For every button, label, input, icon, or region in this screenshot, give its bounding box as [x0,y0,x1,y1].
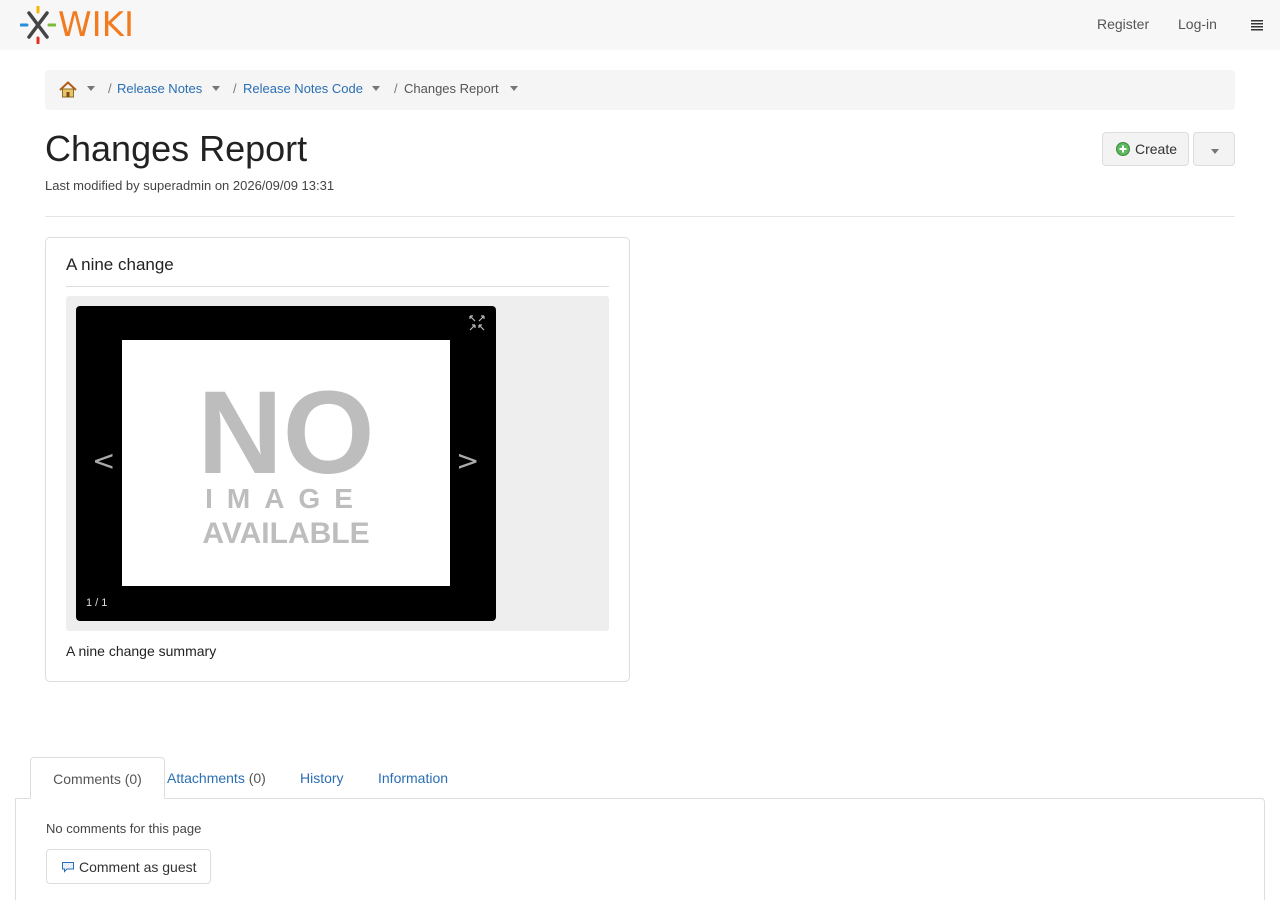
hamburger-menu-icon[interactable] [1251,19,1263,31]
tab-information-label: Information [378,770,449,786]
fullscreen-icon[interactable] [468,314,486,332]
xwiki-logo-icon [20,6,56,44]
home-icon[interactable] [59,81,77,98]
breadcrumb-current: Changes Report [404,81,499,96]
register-link[interactable]: Register [1097,16,1149,32]
change-card: A nine change NO IMAGE AVAILABLE < > 1 /… [45,237,630,682]
tab-attachments[interactable]: Attachments (0) [167,757,266,799]
tab-comments-label: Comments [53,771,121,787]
placeholder-no-text: NO [198,367,375,499]
image-gallery: NO IMAGE AVAILABLE < > 1 / 1 [76,306,496,621]
login-link[interactable]: Log-in [1178,16,1217,32]
divider [45,216,1235,217]
tab-comments-count: (0) [124,771,142,787]
no-comments-text: No comments for this page [46,821,202,836]
breadcrumb-release-notes-code[interactable]: Release Notes Code [243,81,363,96]
create-button-label: Create [1135,141,1178,157]
tab-comments[interactable]: Comments (0) [30,757,165,799]
placeholder-image-text: IMAGE [205,483,367,514]
comments-panel: No comments for this page Comment as gue… [15,798,1265,900]
placeholder-available-text: AVAILABLE [202,517,369,550]
xwiki-logo[interactable]: WIKI [20,6,134,44]
breadcrumb-separator: / [233,81,237,96]
comment-as-guest-label: Comment as guest [79,858,197,875]
current-page-dropdown-caret-icon[interactable] [510,86,518,91]
chevron-down-icon [1211,149,1219,154]
more-actions-button[interactable] [1193,132,1235,166]
divider [66,286,609,287]
no-image-placeholder: NO IMAGE AVAILABLE [122,340,450,586]
change-summary: A nine change summary [66,643,217,659]
tab-attachments-label: Attachments [167,770,245,786]
release-notes-code-dropdown-caret-icon[interactable] [372,86,380,91]
change-title: A nine change [66,255,174,274]
gallery-container: NO IMAGE AVAILABLE < > 1 / 1 [66,296,609,631]
logo-text: WIKI [58,5,134,45]
tab-information[interactable]: Information [378,757,448,799]
breadcrumb: / Release Notes / Release Notes Code / C… [45,70,1235,110]
gallery-previous-button[interactable]: < [92,444,115,477]
page-title: Changes Report [45,128,308,169]
breadcrumb-release-notes[interactable]: Release Notes [117,81,202,96]
tab-attachments-count: (0) [248,770,266,786]
create-button[interactable]: Create [1102,132,1189,166]
last-modified-info: Last modified by superadmin on 2026/09/0… [45,178,335,193]
top-navbar: WIKI Register Log-in [0,0,1280,50]
home-dropdown-caret-icon[interactable] [87,86,95,91]
comment-icon [62,861,74,873]
tab-history[interactable]: History [300,757,344,799]
gallery-next-button[interactable]: > [456,444,479,477]
tab-history-label: History [300,770,344,786]
gallery-counter: 1 / 1 [86,597,108,609]
breadcrumb-separator: / [394,81,398,96]
comment-as-guest-button[interactable]: Comment as guest [46,849,211,884]
add-circle-icon [1116,142,1130,156]
release-notes-dropdown-caret-icon[interactable] [212,86,220,91]
document-tabs: Comments (0) Attachments (0) History Inf… [15,757,1265,799]
breadcrumb-separator: / [108,81,112,96]
